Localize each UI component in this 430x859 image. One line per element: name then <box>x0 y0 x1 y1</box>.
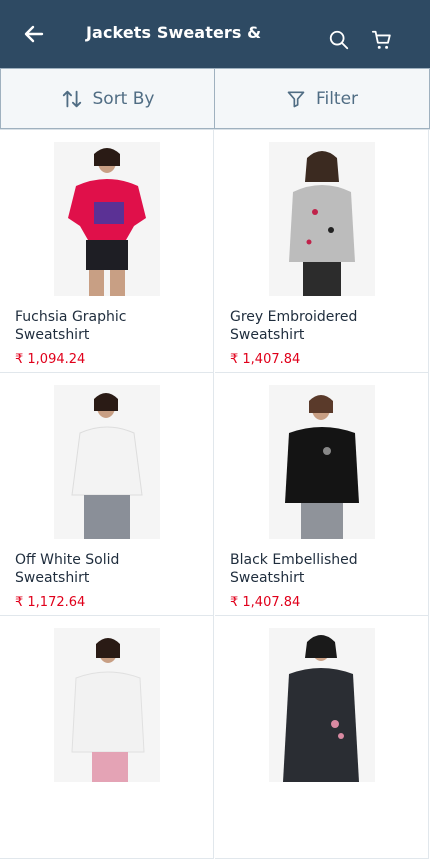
page-title: Jackets Sweaters & <box>86 23 262 42</box>
product-image[interactable] <box>54 628 160 782</box>
sort-button[interactable]: Sort By <box>0 68 215 129</box>
product-image[interactable] <box>269 385 375 539</box>
filter-icon <box>287 91 305 107</box>
sort-filter-bar: Sort By Filter <box>0 68 430 130</box>
product-image[interactable] <box>54 385 160 539</box>
app-bar: Jackets Sweaters & <box>0 0 430 68</box>
product-card[interactable]: Grey Embroidered Sweatshirt ₹ 1,407.84 <box>215 130 429 373</box>
product-name: Grey Embroidered Sweatshirt <box>230 309 358 343</box>
product-price: ₹ 1,407.84 <box>230 595 301 610</box>
product-name: Black Embellished Sweatshirt <box>230 552 358 586</box>
back-arrow-icon[interactable] <box>22 22 46 46</box>
product-price: ₹ 1,172.64 <box>15 595 86 610</box>
search-icon[interactable] <box>328 29 350 51</box>
filter-button[interactable]: Filter <box>215 68 430 129</box>
product-name: Fuchsia Graphic Sweatshirt <box>15 309 127 343</box>
product-card[interactable]: Off White Solid Sweatshirt ₹ 1,172.64 <box>0 373 214 616</box>
product-price: ₹ 1,407.84 <box>230 352 301 367</box>
cart-icon[interactable] <box>371 29 393 51</box>
product-name: Off White Solid Sweatshirt <box>15 552 120 586</box>
sort-icon <box>62 90 81 107</box>
filter-label: Filter <box>315 88 359 109</box>
product-image[interactable] <box>269 142 375 296</box>
product-card[interactable]: Fuchsia Graphic Sweatshirt ₹ 1,094.24 <box>0 130 214 373</box>
product-card[interactable] <box>215 616 429 859</box>
product-price: ₹ 1,094.24 <box>15 352 86 367</box>
product-card[interactable]: Black Embellished Sweatshirt ₹ 1,407.84 <box>215 373 429 616</box>
product-card[interactable] <box>0 616 214 859</box>
product-image[interactable] <box>269 628 375 782</box>
product-image[interactable] <box>54 142 160 296</box>
sort-label: Sort By <box>92 88 155 109</box>
